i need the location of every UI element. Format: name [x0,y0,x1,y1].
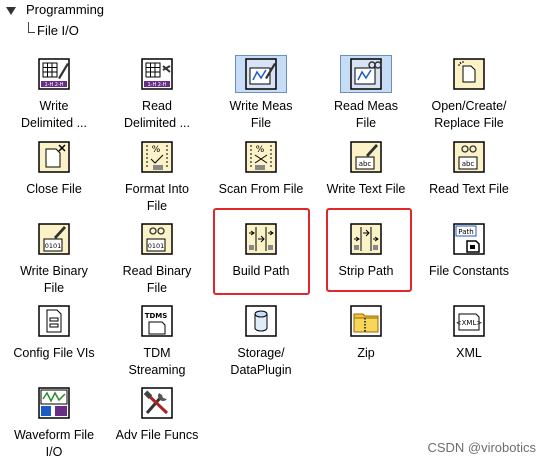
palette-item-label: Waveform File I/O [13,428,95,459]
palette-item-config-file-vis[interactable]: Config File VIs [2,305,106,387]
palette-item-label: Scan From File [218,182,304,196]
spreadsheet-read-icon: 1-H 2-H [141,58,173,90]
palette-item-label: Open/Create/ Replace File [431,99,507,130]
zip-icon [350,305,382,337]
palette-item-label: Format Into File [125,182,189,213]
palette-item-storage-dataplugin[interactable]: Storage/ DataPlugin [209,305,313,387]
palette-item-read-binary-file[interactable]: 0101 Read Binary File [105,223,209,305]
palette-item-label: Storage/ DataPlugin [230,346,292,377]
palette-item-label: Read Delimited ... [124,99,190,130]
svg-text:0101: 0101 [45,242,62,250]
format-into-file-icon: % [141,141,173,173]
palette-item-read-meas-file[interactable]: Read Meas File [314,55,418,140]
svg-text:abc: abc [462,160,475,168]
palette-item-read-text-file[interactable]: abc Read Text File [417,141,521,223]
palette-item-open-create-replace[interactable]: Open/Create/ Replace File [417,58,521,140]
svg-text:%: % [256,145,265,155]
palette-item-read-delimited[interactable]: 1-H 2-H Read Delimited ... [105,58,209,140]
palette-item-xml[interactable]: <XML> XML [417,305,521,387]
palette-item-write-binary-file[interactable]: 0101 Write Binary File [2,223,106,305]
palette-item-label: Adv File Funcs [115,428,199,442]
palette-item-write-delimited[interactable]: 1-H 2-H Write Delimited ... [2,58,106,140]
palette-item-zip[interactable]: Zip [314,305,418,387]
close-file-icon [38,141,70,173]
palette-item-file-constants[interactable]: Path File Constants [417,223,521,305]
config-file-icon [38,305,70,337]
svg-text:<XML>: <XML> [456,319,483,327]
palette-item-label: Zip [357,346,375,360]
svg-text:TDMS: TDMS [145,312,168,320]
svg-text:%: % [152,145,161,155]
open-file-icon [453,58,485,90]
palette-item-write-meas-file[interactable]: Write Meas File [209,55,313,140]
palette-item-label: Write Meas File [229,99,293,130]
read-meas-file-icon [340,55,392,93]
palette-item-label: Close File [26,182,82,196]
storage-icon [245,305,277,337]
palette-item-label: Write Binary File [20,264,88,295]
svg-text:1-H 2-H: 1-H 2-H [147,82,166,88]
read-binary-file-icon: 0101 [141,223,173,255]
spreadsheet-write-icon: 1-H 2-H [38,58,70,90]
palette-root-title[interactable]: Programming [26,2,104,17]
palette-item-label: TDM Streaming [128,346,186,377]
palette-item-label: Write Text File [326,182,406,196]
palette-subtitle[interactable]: File I/O [37,23,79,38]
palette-item-format-into-file[interactable]: % Format Into File [105,141,209,223]
palette-item-label: Write Delimited ... [21,99,87,130]
palette-item-adv-file-funcs[interactable]: Adv File Funcs [105,387,209,464]
palette-item-label: XML [456,346,482,360]
palette-item-label: Read Meas File [334,99,398,130]
tdms-icon: TDMS [141,305,173,337]
palette-item-label: Config File VIs [13,346,95,360]
svg-text:1-H 2-H: 1-H 2-H [44,82,63,88]
highlight-box-strip-path [326,208,412,292]
write-meas-file-icon [235,55,287,93]
collapse-arrow-icon[interactable] [5,5,17,17]
waveform-file-icon [38,387,70,419]
write-text-file-icon: abc [350,141,382,173]
svg-text:abc: abc [359,160,372,168]
palette-item-waveform-file-io[interactable]: Waveform File I/O [2,387,106,464]
tree-connector [28,22,35,33]
svg-text:Path: Path [458,228,473,236]
xml-icon: <XML> [453,305,485,337]
palette-item-close-file[interactable]: Close File [2,141,106,223]
read-text-file-icon: abc [453,141,485,173]
file-constants-icon: Path [453,223,485,255]
scan-from-file-icon: % [245,141,277,173]
highlight-box-build-path [213,208,310,295]
palette-header: Programming File I/O [0,0,550,44]
write-binary-file-icon: 0101 [38,223,70,255]
palette-item-tdm-streaming[interactable]: TDMS TDM Streaming [105,305,209,387]
watermark-text: CSDN @virobotics [427,440,536,455]
palette-item-label: Read Text File [429,182,509,196]
palette-item-label: Read Binary File [122,264,192,295]
svg-text:0101: 0101 [148,242,165,250]
adv-file-funcs-icon [141,387,173,419]
palette-item-label: File Constants [429,264,509,278]
